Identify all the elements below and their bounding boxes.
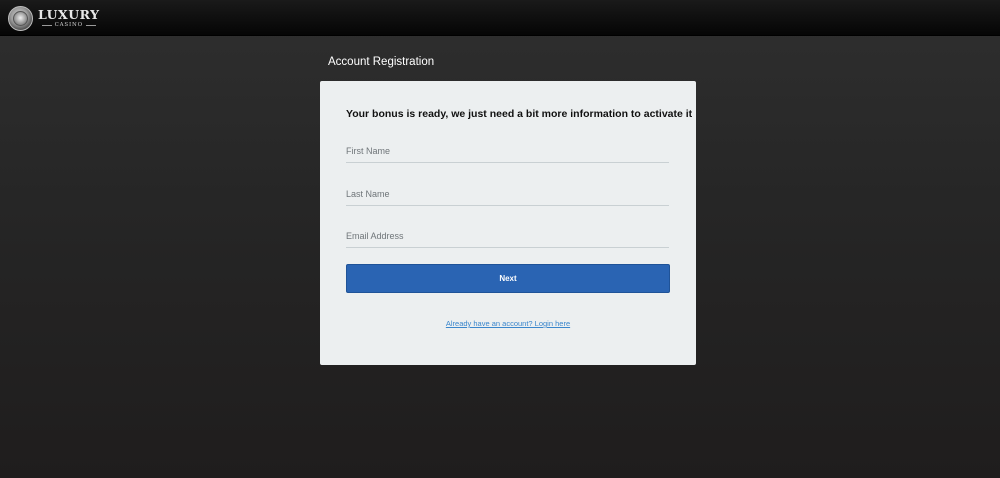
lion-crest-icon (8, 5, 33, 31)
next-button[interactable]: Next (346, 264, 670, 293)
logo-divider-right (85, 24, 96, 26)
logo-main-text: LUXURY (38, 6, 100, 22)
email-field-wrapper (346, 224, 669, 250)
last-name-field-wrapper (346, 182, 669, 208)
login-link[interactable]: Already have an account? Login here (320, 319, 696, 328)
logo-divider-left (41, 24, 52, 26)
email-input[interactable] (346, 226, 669, 250)
logo-sub-text: CASINO (54, 21, 83, 28)
luxury-casino-logo[interactable]: LUXURY CASINO (8, 5, 100, 31)
first-name-input[interactable] (346, 141, 669, 165)
logo-text: LUXURY CASINO (38, 8, 100, 29)
page-title: Account Registration (328, 56, 435, 68)
last-name-input[interactable] (346, 184, 669, 208)
crest-inner (13, 10, 28, 26)
form-heading: Your bonus is ready, we just need a bit … (346, 108, 693, 120)
logo-sub-row: CASINO (41, 21, 96, 29)
top-bar: LUXURY CASINO (0, 0, 1000, 36)
registration-card: Your bonus is ready, we just need a bit … (320, 81, 696, 365)
first-name-field-wrapper (346, 139, 669, 165)
